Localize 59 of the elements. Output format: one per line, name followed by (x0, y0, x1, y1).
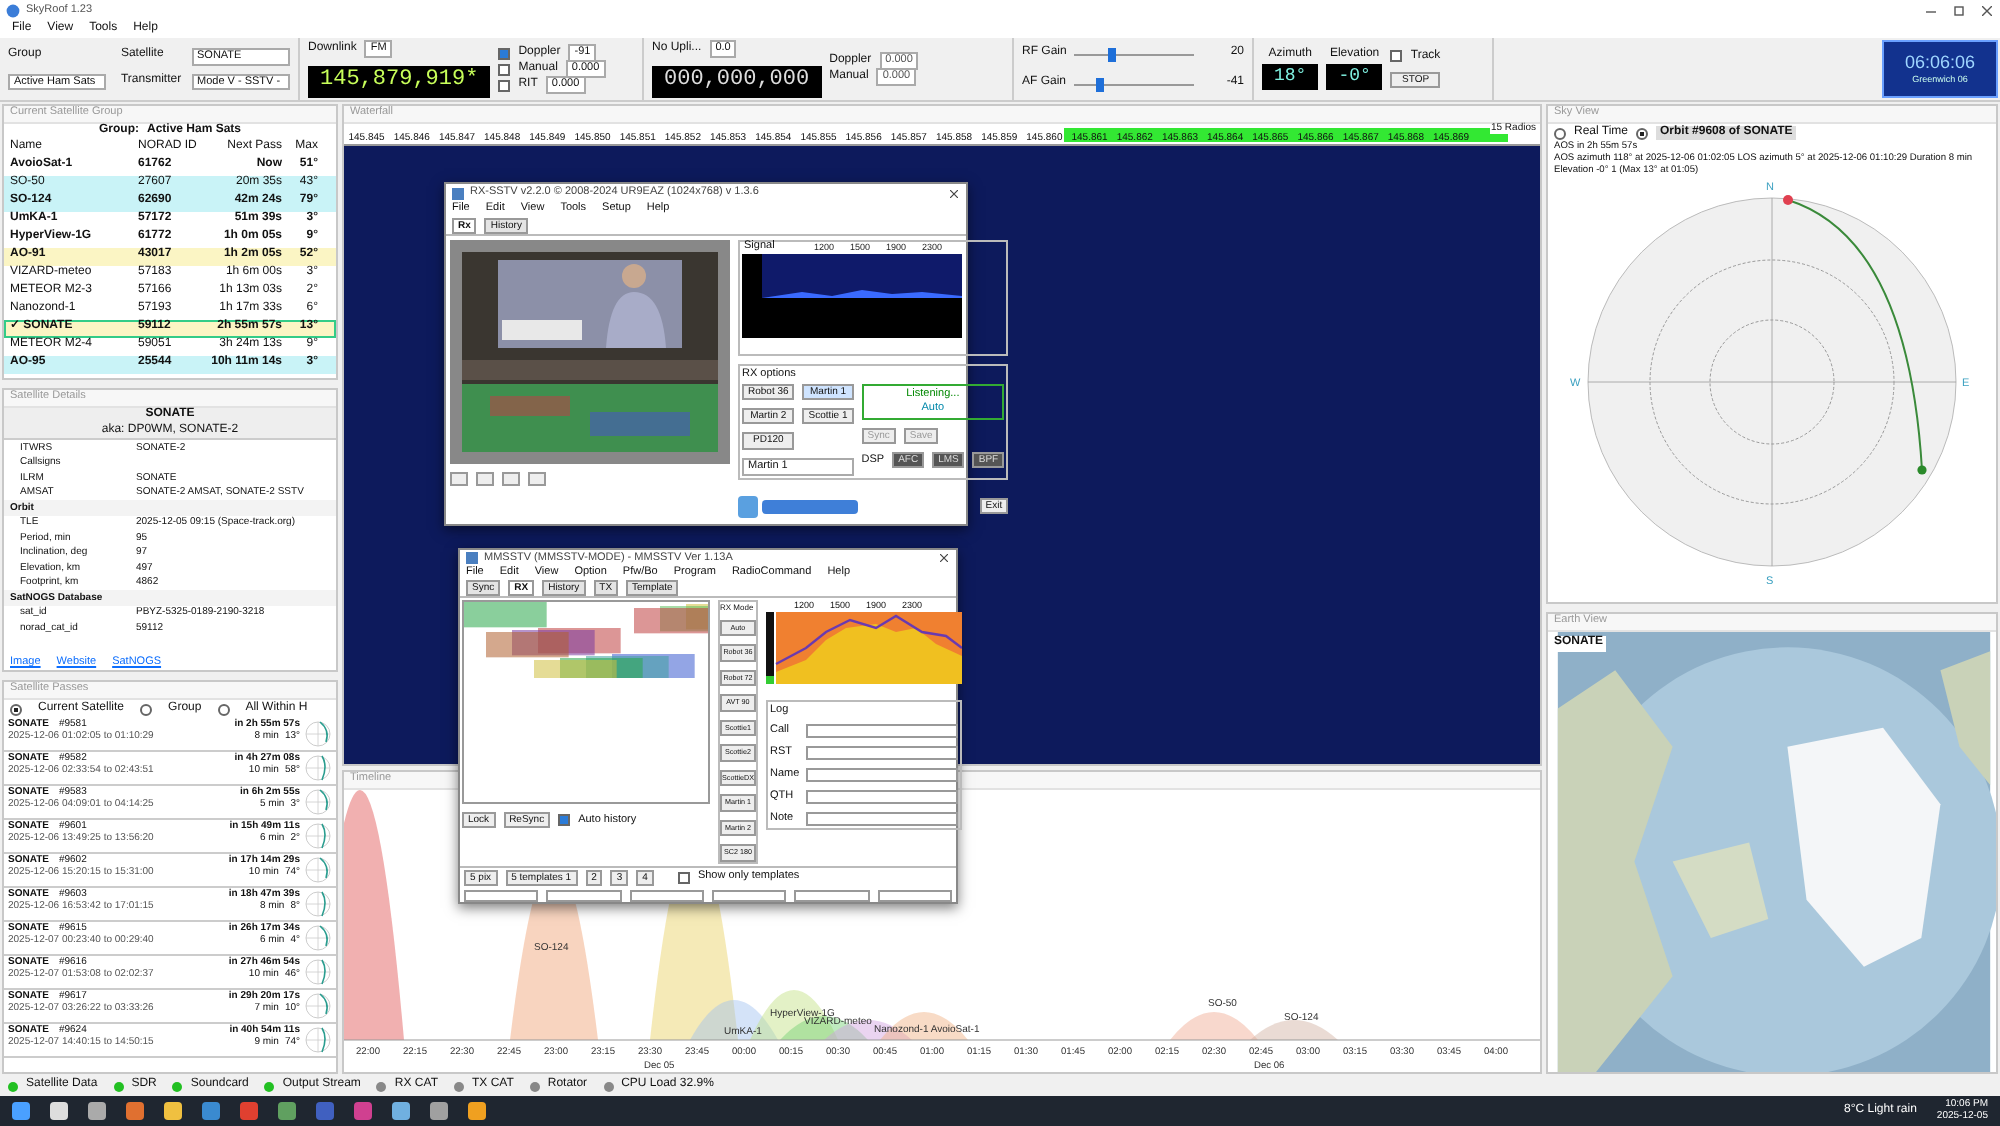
taskbar-app-icon[interactable] (50, 1102, 68, 1120)
minimize-icon (1926, 5, 1936, 15)
previous-button[interactable] (476, 472, 494, 486)
close-icon (940, 554, 948, 562)
first-button[interactable] (450, 472, 468, 486)
radio-button[interactable] (1554, 127, 1566, 139)
frequency-display: 000,000,000 (652, 66, 822, 98)
input-field[interactable] (805, 812, 958, 827)
checkbox[interactable] (498, 79, 511, 91)
checkbox[interactable] (498, 47, 511, 59)
next-button[interactable] (502, 472, 520, 486)
last-button[interactable] (528, 472, 546, 486)
pass-arc-icon (304, 822, 332, 850)
input-field[interactable] (805, 746, 958, 761)
checkbox[interactable] (498, 63, 511, 75)
pass-arc-icon (304, 992, 332, 1020)
radio-button[interactable] (1636, 127, 1649, 139)
taskbar-app-icon[interactable] (12, 1102, 30, 1120)
angle-display: -0° (1326, 63, 1383, 90)
frequency-display: 145,879,919* (308, 66, 491, 98)
pass-arc-icon (304, 1026, 332, 1054)
close-icon (950, 189, 958, 197)
taskbar-app-icon[interactable] (278, 1102, 296, 1120)
taskbar-app-icon[interactable] (164, 1102, 182, 1120)
checkbox[interactable] (677, 871, 690, 884)
pass-arc-icon (304, 958, 332, 986)
taskbar-app-icon[interactable] (354, 1102, 372, 1120)
taskbar-app-icon[interactable] (88, 1102, 106, 1120)
pass-arc-icon (304, 720, 332, 748)
pass-arc-icon (304, 788, 332, 816)
taskbar-app-icon[interactable] (126, 1102, 144, 1120)
input-field[interactable] (805, 768, 958, 783)
radio-button[interactable] (217, 703, 230, 715)
input-field[interactable] (805, 724, 958, 739)
taskbar-app-icon[interactable] (468, 1102, 486, 1120)
taskbar-app-icon[interactable] (316, 1102, 334, 1120)
checkbox[interactable] (1390, 50, 1403, 63)
angle-display: 18° (1262, 63, 1319, 90)
input-field[interactable] (805, 790, 958, 805)
radio-button[interactable] (140, 703, 153, 715)
taskbar-app-icon[interactable] (392, 1102, 410, 1120)
app-logo-icon (6, 3, 20, 17)
logo-drawing (738, 492, 858, 520)
radio-button[interactable] (10, 703, 22, 715)
slider[interactable] (1074, 47, 1195, 61)
close-icon (1982, 5, 1992, 15)
pass-arc-icon (304, 856, 332, 884)
taskbar-app-icon[interactable] (202, 1102, 220, 1120)
taskbar-app-icon[interactable] (430, 1102, 448, 1120)
checkbox[interactable] (558, 814, 571, 826)
app-icon (452, 187, 464, 199)
taskbar-app-icon[interactable] (240, 1102, 258, 1120)
app-icon (466, 552, 478, 564)
clock-time: 06:06:06 (1904, 52, 1976, 75)
pass-arc-icon (304, 924, 332, 952)
slider[interactable] (1074, 77, 1195, 91)
pass-arc-icon (304, 890, 332, 918)
maximize-icon (1954, 5, 1964, 15)
pass-arc-icon (304, 754, 332, 782)
